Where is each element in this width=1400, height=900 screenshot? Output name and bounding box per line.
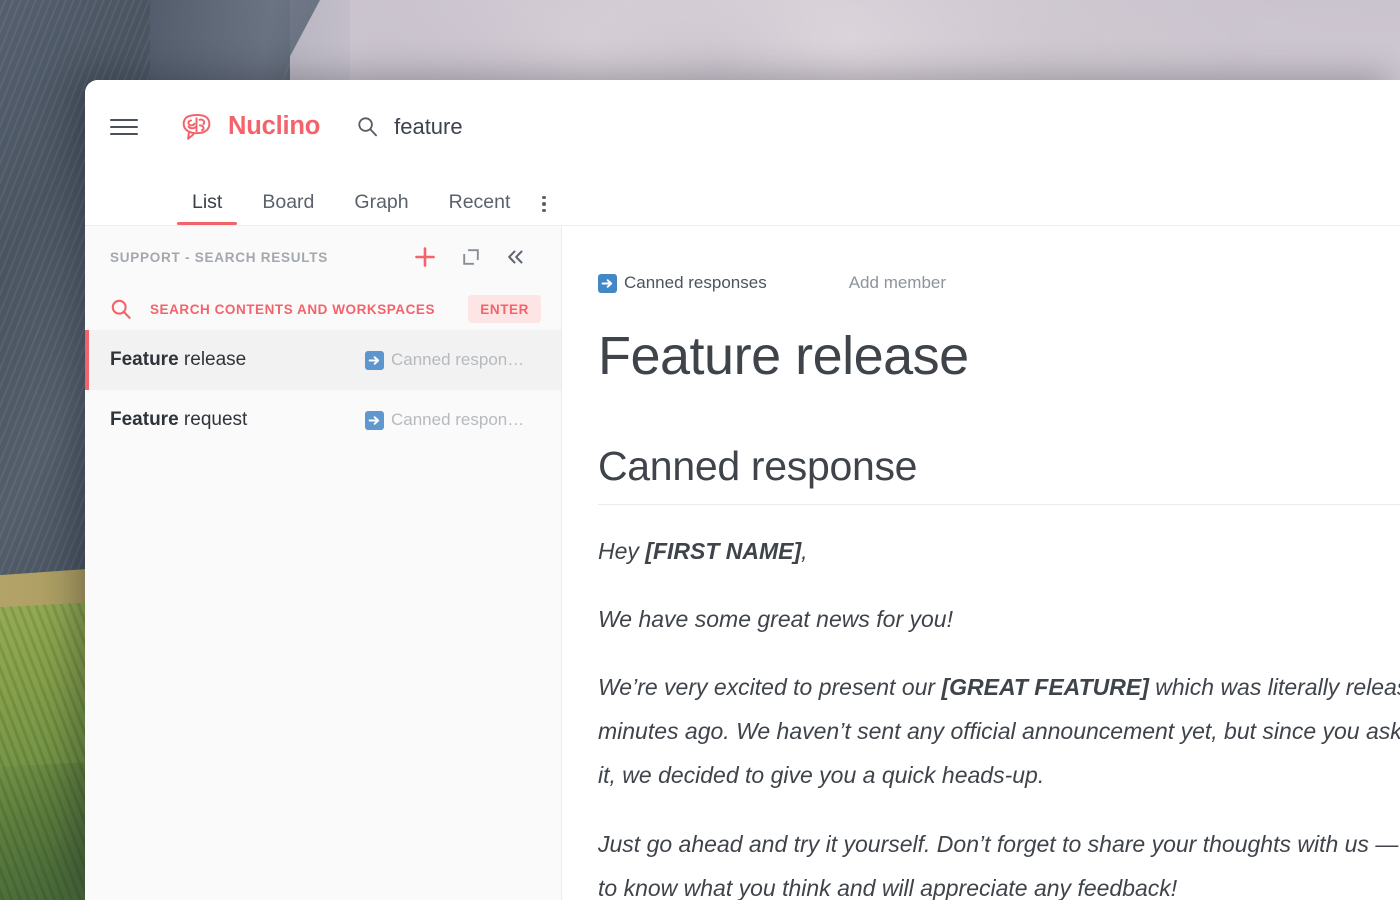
sidebar-search-label: SEARCH CONTENTS AND WORKSPACES (150, 301, 436, 317)
tab-graph[interactable]: Graph (354, 192, 408, 226)
nuclino-logo[interactable]: Nuclino (177, 112, 320, 142)
search-input[interactable]: feature (394, 114, 463, 140)
search-result-meta: Canned respon… (365, 350, 541, 370)
document-meta-row: Canned responses Add member (598, 272, 1400, 294)
tab-list[interactable]: List (176, 192, 238, 226)
top-bar: Nuclino feature (85, 80, 1400, 173)
search-result-item-2[interactable]: Feature request Canned respon… (85, 390, 561, 450)
search-result-meta: Canned respon… (365, 410, 541, 430)
document-paragraph-4: Just go ahead and try it yourself. Don’t… (598, 822, 1400, 900)
search-icon (358, 117, 378, 137)
add-member-button[interactable]: Add member (849, 273, 946, 293)
tab-recent[interactable]: Recent (449, 192, 511, 226)
app-body: SUPPORT - SEARCH RESULTS SEARCH CONTENTS… (85, 225, 1400, 900)
brand-name: Nuclino (228, 112, 321, 140)
double-chevron-left-icon[interactable] (506, 248, 525, 266)
paragraph-text: We have some great news for you! (598, 605, 953, 632)
sidebar-title: SUPPORT - SEARCH RESULTS (110, 249, 329, 265)
sidebar-actions (414, 246, 525, 268)
heading-divider (598, 503, 1400, 505)
page-title: Feature release (598, 326, 969, 386)
search-result-title-match: Feature (110, 409, 179, 430)
document-paragraph-3: We’re very excited to present our [GREAT… (598, 665, 1400, 797)
document-paragraph-1: Hey [FIRST NAME], (598, 529, 1400, 573)
document-pane: Canned responses Add member Feature rele… (562, 226, 1400, 900)
plus-icon[interactable] (414, 246, 436, 268)
hamburger-menu-icon[interactable] (110, 114, 138, 140)
blue-arrow-tile-icon (365, 410, 384, 430)
nuclino-brain-logo-icon (182, 113, 211, 140)
app-window: Nuclino feature List Board Graph Recent … (85, 80, 1400, 900)
search-result-title-match: Feature (110, 349, 179, 370)
search-result-title: Feature release (110, 349, 365, 371)
paragraph-text: Just go ahead and try it yourself. Don’t… (598, 830, 1400, 900)
kebab-menu-icon[interactable] (542, 195, 546, 226)
sidebar: SUPPORT - SEARCH RESULTS SEARCH CONTENTS… (85, 226, 562, 900)
search-result-meta-label: Canned respon… (391, 350, 525, 369)
document-paragraph-2: We have some great news for you! (598, 597, 1400, 641)
paragraph-placeholder-token: [GREAT FEATURE] (941, 674, 1149, 701)
search-result-item-1[interactable]: Feature release Canned respon… (85, 330, 561, 390)
paragraph-placeholder-token: [FIRST NAME] (645, 537, 802, 564)
view-tabs: List Board Graph Recent (85, 173, 1400, 225)
sidebar-search-row[interactable]: SEARCH CONTENTS AND WORKSPACES ENTER (85, 288, 561, 330)
paragraph-text: , (801, 537, 808, 564)
search-result-title-rest: request (178, 409, 248, 430)
global-search[interactable]: feature (357, 114, 463, 140)
breadcrumb-label: Canned responses (624, 273, 767, 292)
blue-arrow-tile-icon (598, 273, 617, 293)
expand-corners-icon[interactable] (462, 248, 480, 266)
search-result-title-rest: release (178, 349, 247, 370)
search-result-meta-label: Canned respon… (391, 410, 525, 429)
enter-key-chip[interactable]: ENTER (468, 295, 541, 323)
blue-arrow-tile-icon (365, 350, 384, 370)
paragraph-text: We’re very excited to present our (598, 674, 942, 701)
paragraph-text: Hey (598, 537, 646, 564)
tab-board[interactable]: Board (262, 192, 314, 226)
search-icon (111, 299, 131, 319)
document-heading: Canned response (598, 442, 918, 489)
search-result-title: Feature request (110, 409, 365, 431)
sidebar-header: SUPPORT - SEARCH RESULTS (85, 226, 561, 288)
breadcrumb[interactable]: Canned responses (598, 273, 767, 293)
